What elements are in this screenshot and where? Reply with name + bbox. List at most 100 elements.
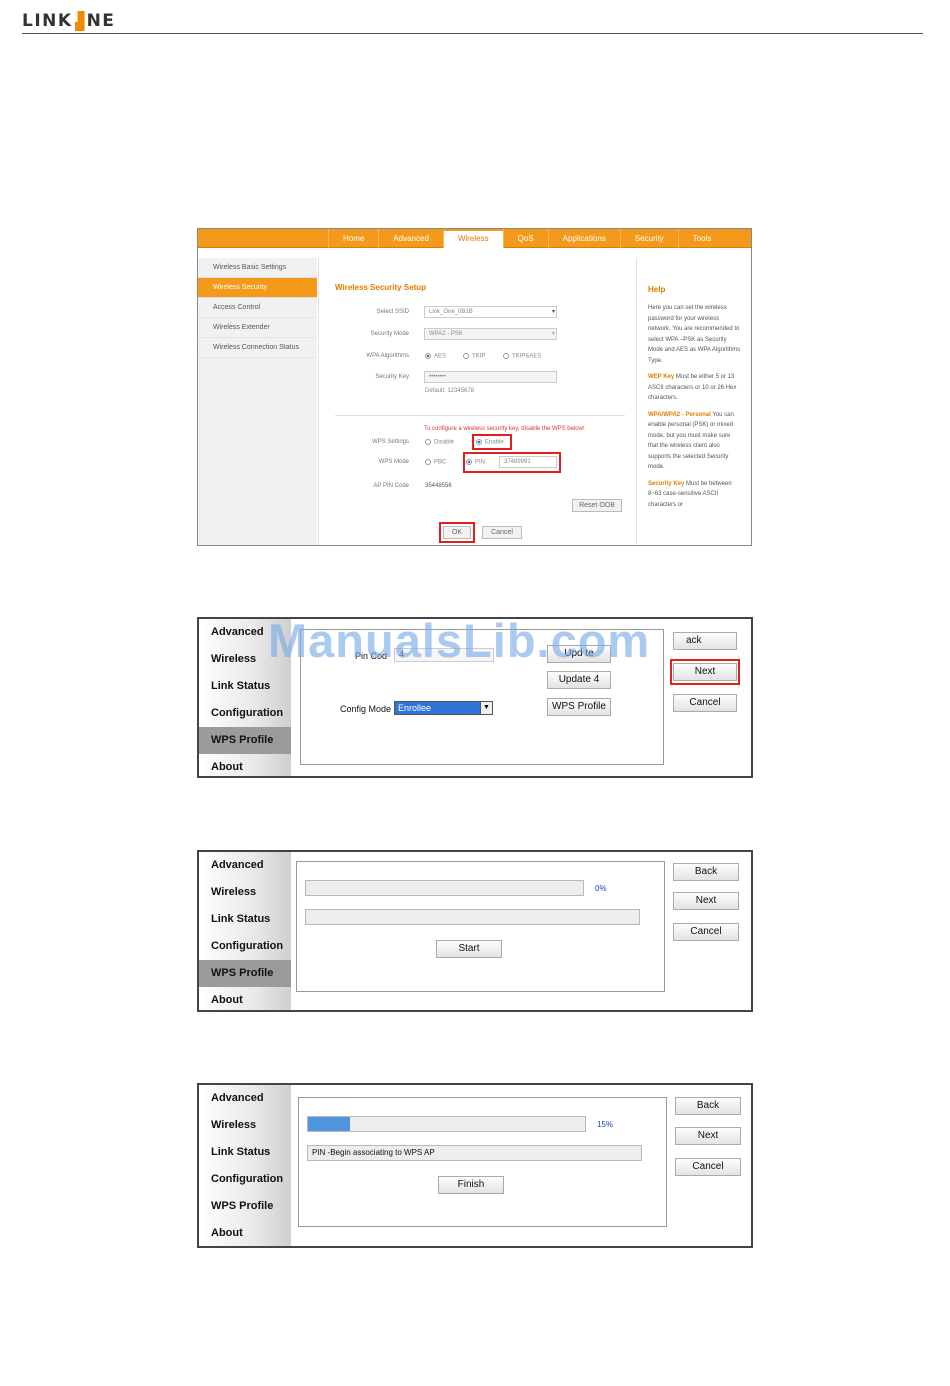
back-button[interactable]: Back xyxy=(675,1097,741,1115)
algo-tkip-label: TKIP xyxy=(472,353,486,360)
sidebar-item-advanced[interactable]: Advanced xyxy=(199,852,291,879)
wps-settings-label: WPS Settings xyxy=(371,439,409,445)
chevron-down-icon: ▾ xyxy=(551,309,555,315)
progress-percent: 0% xyxy=(595,884,607,893)
ap-pin-value: 35448556 xyxy=(425,483,452,489)
wps-dialog-associating: Advanced Wireless Link Status Configurat… xyxy=(197,1083,753,1248)
sidebar-item-about[interactable]: About xyxy=(199,754,291,776)
cancel-button[interactable]: Cancel xyxy=(673,923,739,941)
sidebar-item-about[interactable]: About xyxy=(199,987,291,1010)
next-button[interactable]: Next xyxy=(675,1127,741,1145)
sidebar-item-configuration[interactable]: Configuration xyxy=(199,933,291,960)
sidebar-item-wps-profile[interactable]: WPS Profile xyxy=(199,1193,291,1220)
radio-icon xyxy=(463,353,469,359)
wps-progress-panel: 15% PIN -Begin associating to WPS AP Fin… xyxy=(298,1097,667,1227)
default-key-hint: Default: 12345678 xyxy=(425,388,475,394)
security-key-field[interactable]: •••••••• xyxy=(424,371,557,383)
finish-button[interactable]: Finish xyxy=(438,1176,504,1194)
help-wpa-text: You can enable personal (PSK) or mixed m… xyxy=(648,411,734,471)
progress-bar xyxy=(307,1116,586,1132)
wps-pbc-option[interactable]: PBC xyxy=(425,459,446,466)
tab-applications[interactable]: Applications xyxy=(547,229,620,248)
watermark: ManualsLib.com xyxy=(268,614,651,667)
help-title: Help xyxy=(648,285,666,294)
sidebar-item-wireless-basic-settings[interactable]: Wireless Basic Settings xyxy=(198,258,317,278)
back-button[interactable]: ack xyxy=(673,632,737,650)
wps-profile-button[interactable]: WPS Profile xyxy=(547,698,611,716)
sidebar-item-wireless[interactable]: Wireless xyxy=(199,879,291,906)
security-mode-dropdown[interactable]: WPA2 - PSK ▾ xyxy=(424,328,557,340)
wps-progress-panel: 0% Start xyxy=(296,861,665,992)
router-main-panel: Wireless Security Setup Select SSID Link… xyxy=(318,258,637,545)
sidebar-item-wireless-security[interactable]: Wireless Security xyxy=(198,278,317,298)
sidebar-item-configuration[interactable]: Configuration xyxy=(199,1166,291,1193)
sidebar-item-configuration[interactable]: Configuration xyxy=(199,700,291,727)
wps-sidebar: Advanced Wireless Link Status Configurat… xyxy=(199,852,291,1010)
algo-tkipaes-label: TKIP&AES xyxy=(512,353,542,360)
help-wep: WEP Key Must be either 5 or 13 ASCII cha… xyxy=(648,372,742,404)
router-sidebar: Wireless Basic Settings Wireless Securit… xyxy=(198,258,317,545)
config-mode-value: Enrollee xyxy=(398,703,432,713)
highlight-enable xyxy=(472,434,512,450)
cancel-button[interactable]: Cancel xyxy=(675,1158,741,1176)
config-mode-select[interactable]: Enrollee ▼ xyxy=(394,701,493,715)
router-help-panel: Help Here you can set the wireless passw… xyxy=(638,258,751,545)
header-divider xyxy=(22,33,923,34)
sidebar-item-link-status[interactable]: Link Status xyxy=(199,906,291,933)
security-mode-label: Security Mode xyxy=(370,331,409,337)
help-seckey-key: Security Key xyxy=(648,480,685,487)
next-button[interactable]: Next xyxy=(673,892,739,910)
reset-oob-button[interactable]: Reset OOB xyxy=(572,499,622,512)
algo-tkip-option[interactable]: TKIP xyxy=(463,353,485,360)
help-wep-key: WEP Key xyxy=(648,374,675,380)
cancel-button[interactable]: Cancel xyxy=(673,694,737,712)
sidebar-item-wireless-connection-status[interactable]: Wireless Connection Status xyxy=(198,338,317,358)
tab-home[interactable]: Home xyxy=(328,229,378,248)
select-ssid-label: Select SSID xyxy=(376,309,409,315)
wps-pbc-label: PBC xyxy=(434,459,447,466)
tab-advanced[interactable]: Advanced xyxy=(378,229,443,248)
sidebar-item-link-status[interactable]: Link Status xyxy=(199,1139,291,1166)
radio-icon xyxy=(425,439,431,445)
radio-icon xyxy=(425,353,431,359)
security-key-label: Security Key xyxy=(375,374,409,380)
wpa-algorithms-label: WPA Algorithms xyxy=(366,353,409,359)
sidebar-item-wireless[interactable]: Wireless xyxy=(199,1112,291,1139)
back-button[interactable]: Back xyxy=(673,863,739,881)
select-ssid-dropdown[interactable]: Link_One_0B1B ▾ xyxy=(424,306,557,318)
router-wireless-security-screenshot: Home Advanced Wireless QoS Applications … xyxy=(197,228,752,546)
logo-text-left: LINK xyxy=(22,11,73,31)
sidebar-item-wireless-extender[interactable]: Wireless Extender xyxy=(198,318,317,338)
logo-text-right: NE xyxy=(86,11,116,31)
security-mode-value: WPA2 - PSK xyxy=(429,331,463,337)
form-divider xyxy=(335,415,625,416)
tab-tools[interactable]: Tools xyxy=(677,229,726,248)
wps-disable-option[interactable]: Disable xyxy=(425,439,454,446)
progress-fill xyxy=(308,1117,350,1131)
algo-aes-option[interactable]: AES xyxy=(425,353,446,360)
sidebar-item-access-control[interactable]: Access Control xyxy=(198,298,317,318)
tab-wireless[interactable]: Wireless xyxy=(442,229,503,248)
sidebar-item-wps-profile[interactable]: WPS Profile xyxy=(199,960,291,987)
help-wpa-key: WPA/WPA2 - Personal xyxy=(648,411,711,418)
algo-tkipaes-option[interactable]: TKIP&AES xyxy=(503,353,541,360)
radio-icon xyxy=(503,353,509,359)
tab-qos[interactable]: QoS xyxy=(502,229,548,248)
section-title: Wireless Security Setup xyxy=(335,283,427,292)
cancel-button[interactable]: Cancel xyxy=(482,526,522,539)
sidebar-item-about[interactable]: About xyxy=(199,1220,291,1246)
config-mode-label: Config Mode xyxy=(340,704,392,714)
help-wpa: WPA/WPA2 - Personal You can enable perso… xyxy=(648,410,742,473)
tab-security[interactable]: Security xyxy=(619,229,678,248)
linkone-logo: LINK NE xyxy=(22,8,115,34)
sidebar-item-advanced[interactable]: Advanced xyxy=(199,1085,291,1112)
logo-mark-icon xyxy=(74,11,85,31)
chevron-down-icon: ▾ xyxy=(551,331,555,337)
sidebar-item-wps-profile[interactable]: WPS Profile xyxy=(199,727,291,754)
wps-sidebar: Advanced Wireless Link Status Configurat… xyxy=(199,1085,291,1246)
start-button[interactable]: Start xyxy=(436,940,502,958)
status-field: PIN -Begin associating to WPS AP xyxy=(307,1145,642,1161)
wps-disable-label: Disable xyxy=(434,439,455,446)
update4-button[interactable]: Update 4 xyxy=(547,671,611,689)
sidebar-item-link-status[interactable]: Link Status xyxy=(199,673,291,700)
